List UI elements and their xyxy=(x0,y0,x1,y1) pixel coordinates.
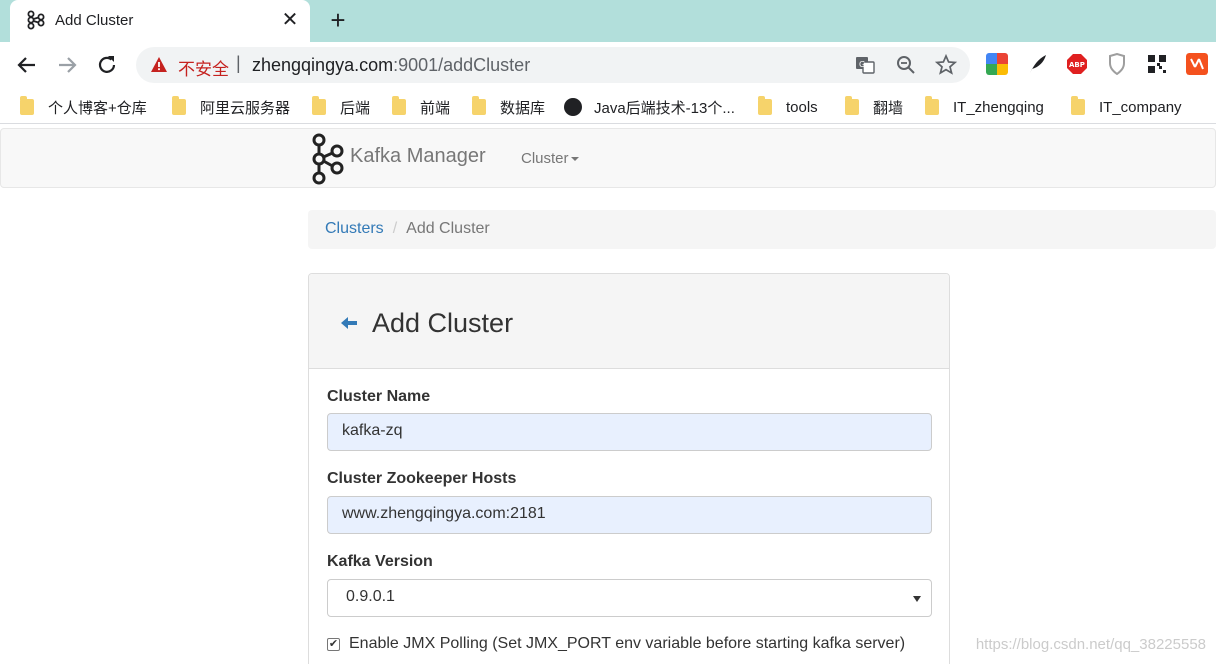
svg-text:ABP: ABP xyxy=(1069,61,1085,69)
shield-extension-icon[interactable] xyxy=(1106,53,1128,75)
kafka-logo-icon[interactable] xyxy=(309,131,345,187)
breadcrumb-clusters-link[interactable]: Clusters xyxy=(325,220,384,237)
bookmark-item[interactable]: IT_zhengqing xyxy=(925,96,1044,118)
bookmark-item[interactable]: Java后端技术-13个... xyxy=(564,96,735,118)
tab-title: Add Cluster xyxy=(55,12,134,29)
translate-icon[interactable]: G xyxy=(854,54,876,76)
feather-extension-icon[interactable] xyxy=(1026,53,1048,75)
globe-icon xyxy=(564,98,582,116)
bookmark-item[interactable]: tools xyxy=(758,96,818,118)
bookmark-item[interactable]: 前端 xyxy=(392,96,450,118)
bookmark-item[interactable]: 阿里云服务器 xyxy=(172,96,290,118)
cluster-dropdown[interactable]: Cluster xyxy=(521,150,579,167)
bookmark-item[interactable]: 个人博客+仓库 xyxy=(20,96,147,118)
kafka-version-value: 0.9.0.1 xyxy=(346,588,395,605)
security-status[interactable]: 不安全 xyxy=(178,55,229,80)
breadcrumb: Clusters / Add Cluster xyxy=(308,210,1216,249)
browser-tab[interactable]: Add Cluster ✕ xyxy=(10,0,310,42)
forward-arrow-icon[interactable] xyxy=(54,52,80,78)
folder-icon xyxy=(172,96,186,115)
bookmark-label: 阿里云服务器 xyxy=(200,99,291,117)
adblock-icon[interactable]: ABP xyxy=(1066,53,1088,75)
jmx-polling-label[interactable]: Enable JMX Polling (Set JMX_PORT env var… xyxy=(349,635,905,653)
bookmark-label: 前端 xyxy=(420,99,451,117)
folder-icon xyxy=(845,96,859,115)
brand-name[interactable]: Kafka Manager xyxy=(350,145,486,168)
bookmark-label: 数据库 xyxy=(500,99,546,117)
star-bookmark-icon[interactable] xyxy=(935,54,957,76)
back-arrow-icon[interactable] xyxy=(340,315,358,331)
qr-code-icon[interactable] xyxy=(1146,53,1168,75)
browser-toolbar: 不安全 | zhengqingya.com:9001/addCluster G … xyxy=(0,42,1216,88)
close-tab-icon[interactable]: ✕ xyxy=(278,8,302,32)
bookmark-item[interactable]: 后端 xyxy=(312,96,370,118)
zookeeper-hosts-label: Cluster Zookeeper Hosts xyxy=(327,470,517,487)
folder-icon xyxy=(392,96,406,115)
breadcrumb-separator: / xyxy=(392,220,398,237)
back-arrow-icon[interactable] xyxy=(14,52,40,78)
new-tab-button[interactable]: + xyxy=(326,7,350,33)
bookmark-item[interactable]: 翻墙 xyxy=(845,96,903,118)
add-cluster-panel: Add Cluster Cluster Name kafka-zq Cluste… xyxy=(308,273,950,664)
kafka-version-label: Kafka Version xyxy=(327,553,433,570)
orange-extension-icon[interactable] xyxy=(1186,53,1208,75)
cluster-dropdown-label: Cluster xyxy=(521,150,569,167)
jmx-polling-checkbox[interactable]: ✔ xyxy=(327,638,340,651)
bookmark-label: 后端 xyxy=(340,99,371,117)
bookmark-label: tools xyxy=(786,98,818,116)
folder-icon xyxy=(758,96,772,115)
bookmark-item[interactable]: IT_company xyxy=(1071,96,1182,118)
url-path: :9001/addCluster xyxy=(393,55,531,75)
watermark: https://blog.csdn.net/qq_38225558 xyxy=(975,636,1206,653)
bookmark-label: 个人博客+仓库 xyxy=(48,99,147,117)
zookeeper-hosts-input[interactable]: www.zhengqingya.com:2181 xyxy=(327,496,932,534)
dropdown-arrow-icon xyxy=(913,596,921,602)
kafka-favicon-icon xyxy=(27,10,45,30)
url-host: zhengqingya.com xyxy=(252,55,394,75)
app-navbar: Kafka Manager Cluster xyxy=(0,128,1216,188)
svg-text:G: G xyxy=(859,60,865,69)
folder-icon xyxy=(1071,96,1085,115)
cluster-name-label: Cluster Name xyxy=(327,388,431,405)
panel-heading: Add Cluster xyxy=(309,274,949,369)
folder-icon xyxy=(20,96,34,115)
bookmark-item[interactable]: 数据库 xyxy=(472,96,545,118)
bookmark-label: IT_zhengqing xyxy=(953,98,1044,116)
bookmark-label: IT_company xyxy=(1099,98,1182,116)
address-bar[interactable]: 不安全 | zhengqingya.com:9001/addCluster G xyxy=(136,47,970,83)
bookmark-label: Java后端技术-13个... xyxy=(594,99,735,117)
zoom-icon[interactable] xyxy=(895,54,917,76)
cluster-name-input[interactable]: kafka-zq xyxy=(327,413,932,451)
folder-icon xyxy=(312,96,326,115)
colorful-extension-icon[interactable] xyxy=(986,53,1008,75)
address-separator: | xyxy=(236,53,241,73)
breadcrumb-current: Add Cluster xyxy=(406,220,490,237)
tab-strip: Add Cluster ✕ + xyxy=(0,0,1216,42)
kafka-version-select[interactable]: 0.9.0.1 xyxy=(327,579,932,617)
bookmarks-bar: 个人博客+仓库 阿里云服务器 后端 前端 数据库 Java后端技术-13个...… xyxy=(0,88,1216,124)
folder-icon xyxy=(472,96,486,115)
warning-triangle-icon[interactable] xyxy=(150,56,168,74)
url-text[interactable]: zhengqingya.com:9001/addCluster xyxy=(252,55,530,76)
folder-icon xyxy=(925,96,939,115)
page-title: Add Cluster xyxy=(372,308,514,338)
caret-down-icon xyxy=(570,157,579,162)
bookmark-label: 翻墙 xyxy=(873,99,904,117)
reload-icon[interactable] xyxy=(94,52,120,78)
